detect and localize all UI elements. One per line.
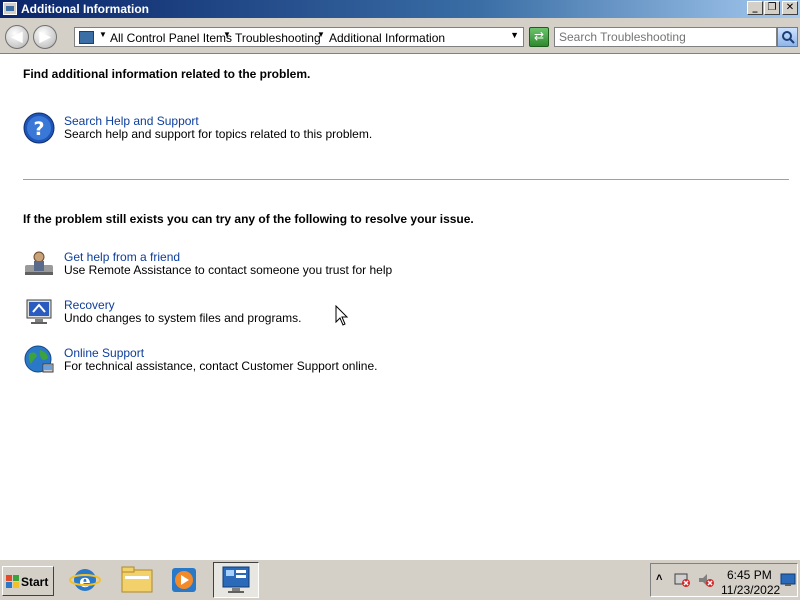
start-label: Start (21, 575, 49, 589)
address-bar[interactable]: ▼ All Control Panel Items ▼ Troubleshoot… (74, 27, 524, 47)
section-heading: Find additional information related to t… (23, 67, 311, 81)
close-button[interactable]: ✕ (782, 1, 798, 15)
chevron-down-icon[interactable]: ▼ (223, 30, 231, 39)
task-recovery[interactable]: Recovery Undo changes to system files an… (23, 296, 523, 330)
window-title: Additional Information (21, 2, 149, 16)
globe-icon (24, 345, 54, 373)
volume-muted-icon[interactable] (697, 572, 715, 588)
breadcrumb-additional-information[interactable]: Additional Information (329, 31, 445, 45)
control-panel-icon (222, 566, 250, 593)
search-icon (782, 31, 795, 44)
breadcrumb-troubleshooting[interactable]: Troubleshooting (235, 31, 321, 45)
task-get-help-friend[interactable]: Get help from a friend Use Remote Assist… (23, 248, 523, 282)
control-panel-icon (79, 31, 94, 44)
windows-logo-icon (6, 575, 19, 588)
media-player-icon (172, 568, 196, 592)
get-help-friend-description: Use Remote Assistance to contact someone… (64, 263, 393, 277)
navigation-bar: ◀ ▶ ▼ All Control Panel Items ▼ Troubles… (0, 18, 800, 54)
notification-area: ˄ 6:45 PM 11/23/2022 (650, 563, 798, 597)
network-disconnected-icon[interactable] (673, 572, 691, 588)
svg-text:?: ? (33, 118, 44, 140)
divider (23, 179, 789, 180)
show-desktop-icon[interactable] (780, 573, 796, 587)
taskbar: Start e ˄ 6:45 PM 11/23/2022 (0, 558, 800, 600)
windows-explorer-icon (121, 566, 153, 593)
recovery-icon (26, 299, 52, 324)
title-bar: Additional Information _ ❐ ✕ (0, 0, 800, 18)
chevron-down-icon[interactable]: ▼ (99, 30, 107, 39)
online-support-link[interactable]: Online Support (64, 346, 144, 360)
refresh-button[interactable]: ⇄ (529, 27, 549, 47)
forward-button[interactable]: ▶ (33, 25, 57, 49)
minimize-button[interactable]: _ (747, 1, 763, 15)
search-help-description: Search help and support for topics relat… (64, 127, 373, 141)
task-search-help[interactable]: ? Search Help and Support Search help an… (23, 112, 523, 146)
content-pane: Find additional information related to t… (0, 55, 800, 558)
online-support-description: For technical assistance, contact Custom… (64, 359, 378, 373)
back-button[interactable]: ◀ (5, 25, 29, 49)
breadcrumb-all-control-panel-items[interactable]: All Control Panel Items (110, 31, 232, 45)
start-button[interactable]: Start (2, 566, 54, 596)
section-heading: If the problem still exists you can try … (23, 212, 474, 226)
recovery-link[interactable]: Recovery (64, 298, 115, 312)
control-panel-icon (3, 2, 17, 15)
address-dropdown-icon[interactable]: ▼ (510, 30, 519, 40)
search-help-link[interactable]: Search Help and Support (64, 114, 199, 128)
search-button[interactable] (777, 27, 798, 47)
help-icon: ? (23, 112, 55, 144)
clock-time[interactable]: 6:45 PM (727, 568, 772, 582)
clock-date[interactable]: 11/23/2022 (721, 583, 780, 597)
recovery-description: Undo changes to system files and program… (64, 311, 302, 325)
remote-assistance-icon (25, 251, 53, 275)
mouse-cursor-icon (335, 305, 349, 326)
chevron-down-icon[interactable]: ▼ (317, 30, 325, 39)
taskbar-windows-explorer[interactable] (114, 562, 160, 598)
taskbar-internet-explorer[interactable]: e (62, 562, 108, 598)
show-hidden-icons-icon[interactable]: ˄ (656, 572, 662, 584)
taskbar-control-panel[interactable] (213, 562, 259, 598)
internet-explorer-icon: e (69, 569, 101, 592)
maximize-button[interactable]: ❐ (764, 1, 780, 15)
task-online-support[interactable]: Online Support For technical assistance,… (23, 344, 523, 378)
get-help-friend-link[interactable]: Get help from a friend (64, 250, 180, 264)
search-input[interactable] (554, 27, 777, 47)
taskbar-media-player[interactable] (162, 562, 208, 598)
